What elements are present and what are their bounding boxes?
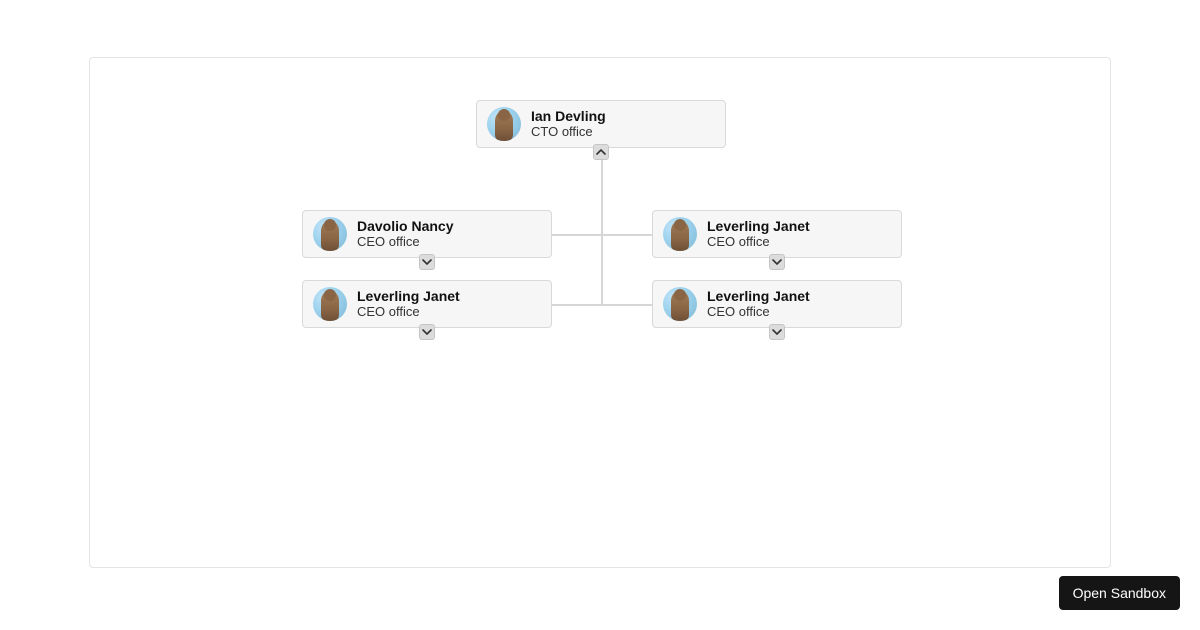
node-info: Ian Devling CTO office xyxy=(531,108,606,139)
chevron-down-icon xyxy=(772,327,782,337)
node-info: Davolio Nancy CEO office xyxy=(357,218,453,249)
node-title: CEO office xyxy=(357,235,453,250)
expand-toggle[interactable] xyxy=(419,254,435,270)
open-sandbox-button[interactable]: Open Sandbox xyxy=(1059,576,1180,610)
org-node[interactable]: Leverling Janet CEO office xyxy=(652,280,902,328)
connector-line xyxy=(552,304,652,306)
node-info: Leverling Janet CEO office xyxy=(357,288,460,319)
expand-toggle[interactable] xyxy=(419,324,435,340)
org-node[interactable]: Leverling Janet CEO office xyxy=(652,210,902,258)
expand-toggle[interactable] xyxy=(769,324,785,340)
node-name: Davolio Nancy xyxy=(357,218,453,234)
avatar-icon xyxy=(487,107,521,141)
avatar-icon xyxy=(313,217,347,251)
chevron-down-icon xyxy=(422,327,432,337)
expand-toggle[interactable] xyxy=(769,254,785,270)
node-info: Leverling Janet CEO office xyxy=(707,218,810,249)
connector-line xyxy=(601,148,603,304)
chevron-up-icon xyxy=(596,147,606,157)
chevron-down-icon xyxy=(422,257,432,267)
node-title: CEO office xyxy=(707,235,810,250)
node-title: CEO office xyxy=(357,305,460,320)
node-title: CEO office xyxy=(707,305,810,320)
node-name: Leverling Janet xyxy=(357,288,460,304)
node-info: Leverling Janet CEO office xyxy=(707,288,810,319)
connector-line xyxy=(552,234,652,236)
node-title: CTO office xyxy=(531,125,606,140)
node-name: Leverling Janet xyxy=(707,288,810,304)
chevron-down-icon xyxy=(772,257,782,267)
node-name: Leverling Janet xyxy=(707,218,810,234)
node-name: Ian Devling xyxy=(531,108,606,124)
org-node[interactable]: Leverling Janet CEO office xyxy=(302,280,552,328)
org-chart-canvas: Ian Devling CTO office Davolio Nancy CEO… xyxy=(89,57,1111,568)
avatar-icon xyxy=(663,287,697,321)
org-node-root[interactable]: Ian Devling CTO office xyxy=(476,100,726,148)
collapse-toggle[interactable] xyxy=(593,144,609,160)
avatar-icon xyxy=(663,217,697,251)
org-node[interactable]: Davolio Nancy CEO office xyxy=(302,210,552,258)
avatar-icon xyxy=(313,287,347,321)
